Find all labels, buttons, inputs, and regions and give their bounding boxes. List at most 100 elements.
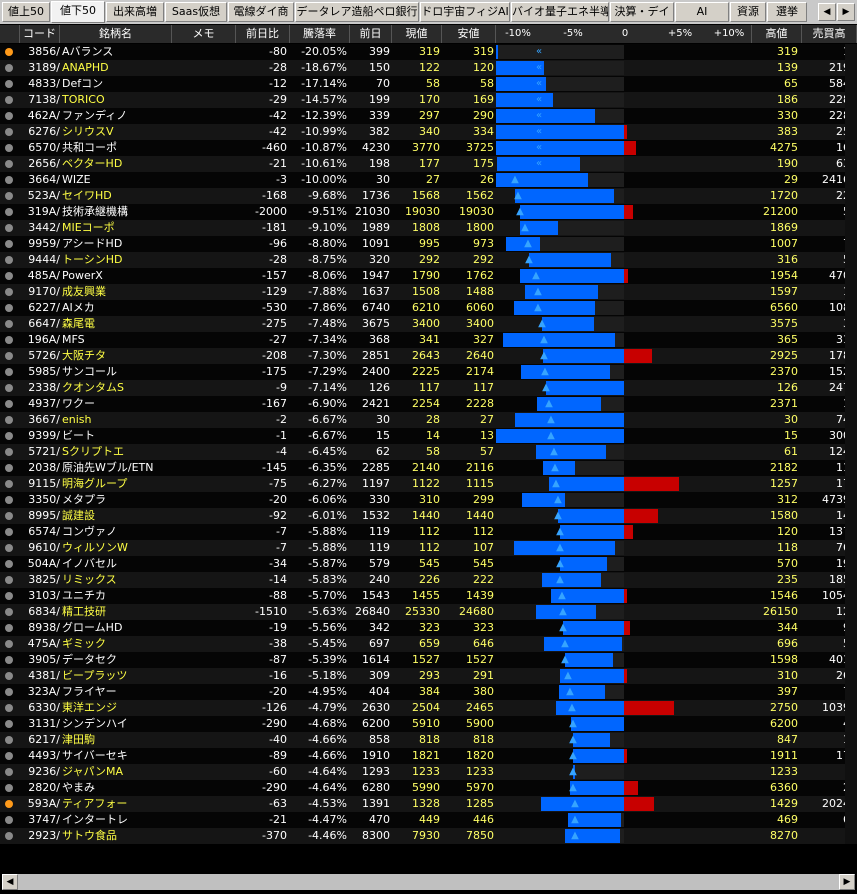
header-volume[interactable]: 売買高 (802, 25, 857, 43)
cell-name: 大阪チタ (62, 349, 106, 362)
horizontal-scrollbar[interactable]: ◀ ▶ (2, 874, 855, 890)
table-row[interactable]: 6647/森尾電-275-7.48%367534003400357537▲ (0, 316, 857, 332)
header-low[interactable]: 安値 (442, 25, 496, 43)
table-row[interactable]: 475A/ギミック-38-5.45%69765964669652▲ (0, 636, 857, 652)
tab-3[interactable]: Saas仮想 (165, 2, 227, 22)
table-row[interactable]: 2656/ベクターHD-21-10.61%198177175190638« (0, 156, 857, 172)
table-row[interactable]: 6217/津田駒-40-4.66%85881881884718▲ (0, 732, 857, 748)
table-row[interactable]: 3350/メタプラ -20 -6.06% 330 310 299 312 47399 ▲ (0, 492, 857, 508)
header-name[interactable]: 銘柄名 (60, 25, 172, 43)
table-row[interactable]: 319A/技術承継機構 -2000 -9.51% 21030 19030 19030 212… (0, 204, 857, 220)
header-change[interactable]: 前日比 (236, 25, 290, 43)
table-row[interactable]: 5726/大阪チタ -208 -7.30% 2851 2643 2640 2925 1785 ▲ (0, 348, 857, 364)
table-row[interactable]: 2338/クオンタムS -9 -7.14% 126 117 117 126 2475 ▲ (0, 380, 857, 396)
table-row[interactable]: 9959/アシードHD-96-8.80%1091995973100779▲ (0, 236, 857, 252)
current-price-marker-icon: ▲ (538, 318, 546, 329)
table-row[interactable]: 3131/シンデンハイ-290-4.68%620059105900620040▲ (0, 716, 857, 732)
cell-low: 380 (473, 685, 494, 698)
table-row[interactable]: 5985/サンコール -175 -7.29% 2400 2225 2174 2370 1527… (0, 364, 857, 380)
vertical-scrollbar[interactable] (845, 44, 857, 844)
cell-change: -29 (269, 93, 287, 106)
scroll-left-button[interactable]: ◀ (2, 874, 18, 890)
header-high[interactable]: 高値 (752, 25, 802, 43)
tab-9[interactable]: AI (675, 2, 729, 22)
header-pct[interactable]: 騰落率 (290, 25, 350, 43)
table-row[interactable]: 3189/ANAPHD -28 -18.67% 150 122 120 139 2192 « (0, 60, 857, 76)
cell-low: 2116 (466, 461, 494, 474)
table-row[interactable]: 5721/Sクリプトエ -4 -6.45% 62 58 57 61 1241 ▲ (0, 444, 857, 460)
table-row[interactable]: 3747/インタートレ-21-4.47%47044944646965▲ (0, 812, 857, 828)
table-row[interactable]: 523A/セイワHD-168-9.68%1736156815621720228▲ (0, 188, 857, 204)
table-row[interactable]: 9610/ウィルソンW-7-5.88%119112107118761▲ (0, 540, 857, 556)
range-bar-negative (570, 781, 624, 795)
table-row[interactable]: 8938/グロームHD-19-5.56%34232332334495▲ (0, 620, 857, 636)
table-row[interactable]: 6227/AIメカ -530 -7.86% 6740 6210 6060 6560 1086 ▲ (0, 300, 857, 316)
table-row[interactable]: 8995/誠建設-92-6.01%1532144014401580146▲ (0, 508, 857, 524)
range-bar-positive (624, 701, 674, 715)
cell-change: -16 (269, 669, 287, 682)
table-row[interactable]: 485A/PowerX -157 -8.06% 1947 1790 1762 1954 470… (0, 268, 857, 284)
table-row[interactable]: 6330/東洋エンジ -126 -4.79% 2630 2504 2465 2750 1039… (0, 700, 857, 716)
cell-name: コンヴァノ (62, 525, 117, 538)
offscale-left-icon: « (535, 158, 543, 169)
table-row[interactable]: 2923/サトウ食品-370-4.46%83007930785082708▲ (0, 828, 857, 844)
tab-scroll-left-button[interactable]: ◀ (818, 3, 836, 21)
table-row[interactable]: 6276/シリウスV-42-10.99%382340334383258« (0, 124, 857, 140)
table-row[interactable]: 3905/データセク -87 -5.39% 1614 1527 1527 1598 4011 ▲ (0, 652, 857, 668)
table-row[interactable]: 3825/リミックス -14 -5.83% 240 226 222 235 1852 ▲ (0, 572, 857, 588)
table-row[interactable]: 2820/やまみ-290-4.64%628059905970636023▲ (0, 780, 857, 796)
header-code[interactable]: コード (20, 25, 60, 43)
table-row[interactable]: 3667/enish-2-6.67%30282730740▲ (0, 412, 857, 428)
header-memo[interactable]: メモ (172, 25, 236, 43)
tab-5[interactable]: データレア造船ペロ銀行 (295, 2, 419, 22)
table-row[interactable]: 9170/成友興業-129-7.88%163715081488159718▲ (0, 284, 857, 300)
tab-8[interactable]: 決算・デイ (610, 2, 674, 22)
table-row[interactable]: 462A/ファンディノ -42 -12.39% 339 297 290 330 2288 « (0, 108, 857, 124)
tab-scroll-right-button[interactable]: ▶ (837, 3, 855, 21)
table-row[interactable]: 9444/トーシンHD-28-8.75%32029229231656▲ (0, 252, 857, 268)
tab-0[interactable]: 値上50 (2, 2, 50, 22)
tab-2[interactable]: 出来高増 (106, 2, 164, 22)
tab-10[interactable]: 資源 (730, 2, 766, 22)
status-dot-icon (5, 560, 13, 568)
table-row[interactable]: 9399/ビート -1 -6.67% 15 14 13 15 3001 ▲ (0, 428, 857, 444)
cell-pct: -10.61% (301, 157, 347, 170)
scroll-right-button[interactable]: ▶ (839, 874, 855, 890)
header-prev[interactable]: 前日 (350, 25, 392, 43)
cell-name: やまみ (62, 781, 95, 794)
table-row[interactable]: 323A/フライヤー-20-4.95%40438438039775▲ (0, 684, 857, 700)
tab-6[interactable]: ドロ宇宙フィジAI (420, 2, 510, 22)
table-row[interactable]: 9236/ジャパンMA -60 -4.64% 1293 1233 1233 1233 ▲ (0, 764, 857, 780)
table-row[interactable]: 2038/原油先Wブル/ETN -145 -6.35% 2285 2140 2116 218… (0, 460, 857, 476)
table-row[interactable]: 3442/MIEコーポ-181-9.10%19891808180018691▲ (0, 220, 857, 236)
table-row[interactable]: 6570/共和コーポ-460-10.87%4230377037254275161… (0, 140, 857, 156)
cell-prev: 368 (369, 333, 390, 346)
tab-1[interactable]: 値下50 (51, 1, 105, 23)
table-row[interactable]: 4493/サイバーセキ-89-4.66%1910182118201911175▲ (0, 748, 857, 764)
cell-change: -1510 (255, 605, 287, 618)
cell-change: -80 (269, 45, 287, 58)
table-row[interactable]: 3856/Aバランス-80-20.05%39931931931915« (0, 44, 857, 60)
range-bar-negative (503, 333, 615, 347)
table-row[interactable]: 196A/MFS-27-7.34%368341327365314▲ (0, 332, 857, 348)
table-row[interactable]: 4381/ビープラッツ-16-5.18%309293291310266▲ (0, 668, 857, 684)
header-current[interactable]: 現値 (392, 25, 442, 43)
tab-4[interactable]: 電線ダイ商 (228, 2, 294, 22)
cell-low: 292 (473, 253, 494, 266)
table-row[interactable]: 593A/ティアフォー -63 -4.53% 1391 1328 1285 1429 2024… (0, 796, 857, 812)
table-row[interactable]: 3103/ユニチカ -88 -5.70% 1543 1455 1439 1546 10545 ▲ (0, 588, 857, 604)
cell-low: 117 (473, 381, 494, 394)
table-row[interactable]: 7138/TORICO -29 -14.57% 199 170 169 186 2280 « (0, 92, 857, 108)
table-row[interactable]: 4833/Defコン -12 -17.14% 70 58 58 65 5840 « (0, 76, 857, 92)
table-row[interactable]: 4937/ワクー-167-6.90%242122542228237115▲ (0, 396, 857, 412)
table-row[interactable]: 3664/WIZE -3 -10.00% 30 27 26 29 24166 ▲ (0, 172, 857, 188)
table-row[interactable]: 9115/明海グループ-75-6.27%1197112211151257170▲ (0, 476, 857, 492)
tab-7[interactable]: バイオ量子エネ半導 (511, 2, 609, 22)
tab-11[interactable]: 選挙 (767, 2, 807, 22)
cell-low: 1527 (466, 653, 494, 666)
table-row[interactable]: 504A/イノバセル-34-5.87%579545545570198▲ (0, 556, 857, 572)
table-row[interactable]: 6574/コンヴァノ -7 -5.88% 119 112 112 120 1371 ▲ (0, 524, 857, 540)
status-dot-icon (5, 272, 13, 280)
cell-high: 118 (777, 541, 798, 554)
table-row[interactable]: 6834/精工技研 -1510 -5.63% 26840 25330 24680 26150… (0, 604, 857, 620)
